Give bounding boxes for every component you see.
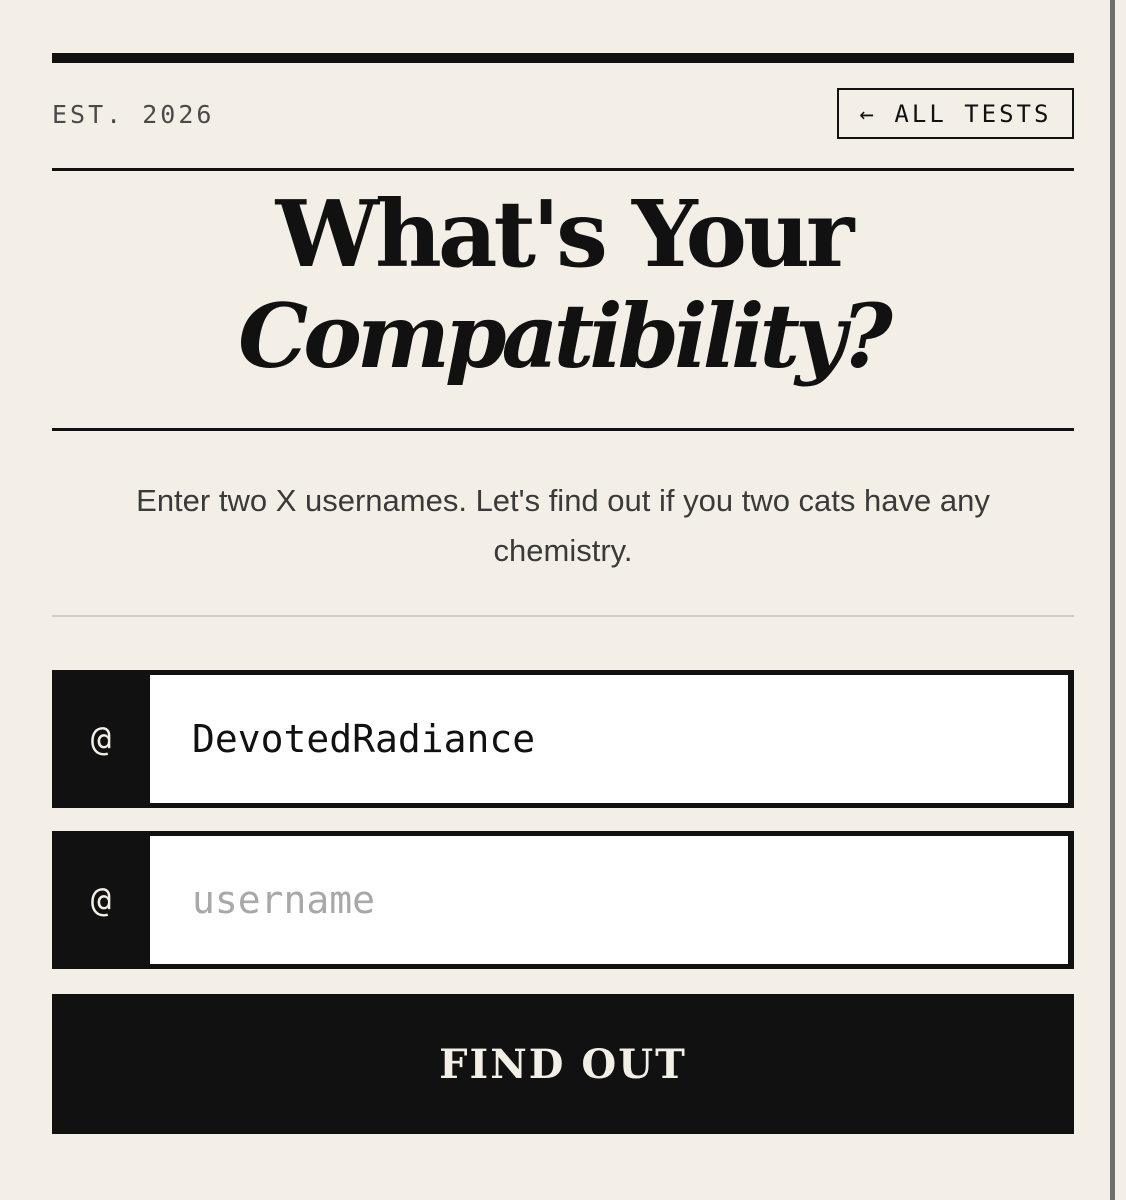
username-input-1[interactable] [150,675,1068,803]
at-symbol: @ [90,719,112,759]
scrollbar[interactable] [1110,0,1126,1200]
page-title-line-2: Compatibility? [238,284,893,388]
find-out-button[interactable]: FIND OUT [52,994,1074,1134]
at-symbol: @ [90,880,112,920]
top-rule [52,53,1074,63]
page-title-line-1: What's Your [275,180,855,288]
title-divider [52,428,1074,431]
all-tests-button[interactable]: ← ALL TESTS [837,88,1074,139]
page-subtitle: Enter two X usernames. Let's find out if… [136,483,990,568]
subtitle-divider [52,615,1074,617]
page-title: What's Your Compatibility? [52,188,1074,380]
username-field-2: @ [52,831,1074,969]
username-input-2[interactable] [150,836,1068,964]
est-label: EST. 2026 [52,100,215,129]
username-field-1: @ [52,670,1074,808]
header-divider [52,168,1074,171]
